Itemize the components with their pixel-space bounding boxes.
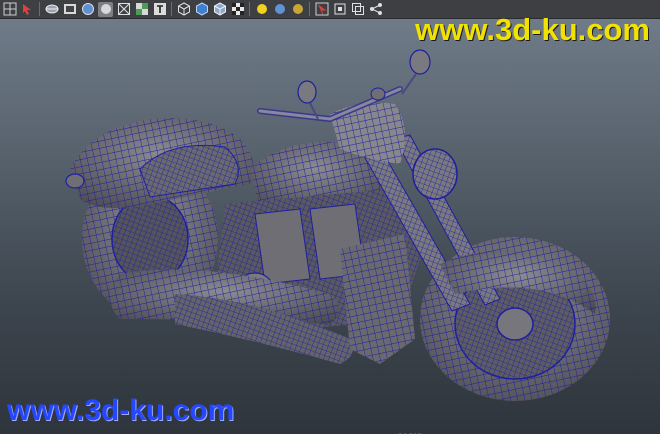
move-tool-icon[interactable] — [314, 2, 329, 17]
3d-viewport[interactable]: persp — [0, 19, 660, 434]
toolbar-divider — [249, 2, 250, 16]
isolate-icon[interactable] — [332, 2, 347, 17]
grid-icon[interactable] — [2, 2, 17, 17]
toolbar-divider — [171, 2, 172, 16]
smooth-shade-icon[interactable] — [98, 1, 113, 17]
checker-icon[interactable] — [230, 2, 245, 17]
cube-outline-icon[interactable] — [176, 2, 191, 17]
watermark-bottom: www.3d-ku.com — [7, 394, 235, 427]
headlight — [412, 148, 458, 200]
sphere-shaded-icon[interactable] — [80, 2, 95, 17]
motorcycle-wireframe-model — [65, 49, 610, 401]
rear-light — [65, 173, 85, 189]
light-gold-icon[interactable] — [290, 2, 305, 17]
light-blue-icon[interactable] — [272, 2, 287, 17]
light-yellow-icon[interactable] — [254, 2, 269, 17]
select-arrow-icon[interactable] — [20, 2, 35, 17]
toolbar-divider — [39, 2, 40, 16]
text-icon[interactable] — [152, 2, 167, 17]
maya-window: persp www.3d-ku.com www.3d-ku.com — [0, 0, 660, 434]
wireframe-box-icon[interactable] — [116, 2, 131, 17]
watermark-top: www.3d-ku.com — [415, 12, 650, 47]
toolbar-divider — [309, 2, 310, 16]
cube-blue-icon[interactable] — [194, 2, 209, 17]
share-icon[interactable] — [368, 2, 383, 17]
seat-and-rear-fender — [70, 118, 254, 208]
xray-icon[interactable] — [350, 2, 365, 17]
film-icon[interactable] — [62, 2, 77, 17]
cube-wire-icon[interactable] — [212, 2, 227, 17]
shaded-wireframe-icon[interactable] — [44, 2, 59, 17]
texture-icon[interactable] — [134, 2, 149, 17]
radiator-cover — [340, 234, 415, 364]
